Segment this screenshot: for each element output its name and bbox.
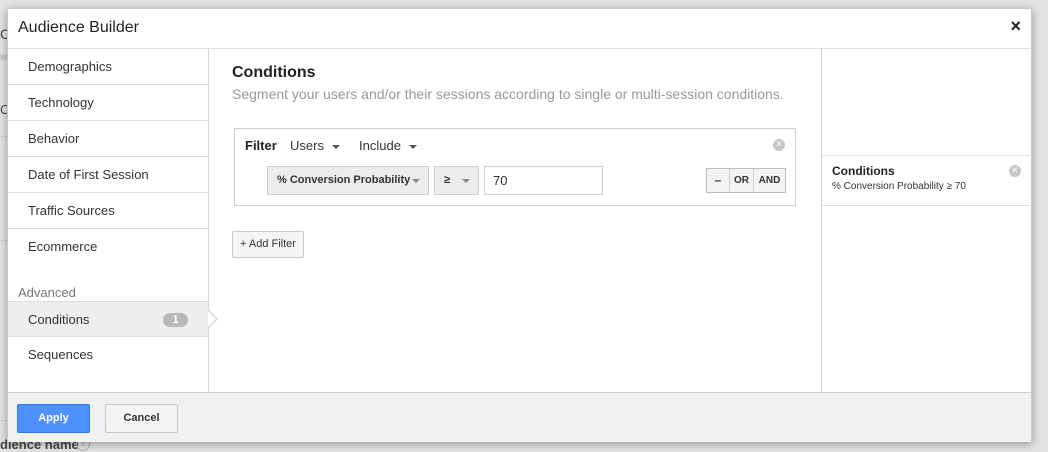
sidebar-item-label: Conditions bbox=[28, 312, 90, 327]
sidebar-section-label: Advanced bbox=[18, 285, 76, 300]
audience-builder-dialog: Audience Builder × Demographics Technolo… bbox=[7, 8, 1032, 442]
dialog-header: Audience Builder × bbox=[8, 9, 1031, 49]
or-button[interactable]: OR bbox=[730, 169, 754, 192]
conditions-panel: Conditions Segment your users and/or the… bbox=[209, 49, 822, 392]
remove-summary-icon[interactable]: × bbox=[1009, 165, 1021, 177]
sidebar-item-date-of-first-session[interactable]: Date of First Session bbox=[8, 157, 208, 193]
sidebar-item-traffic-sources[interactable]: Traffic Sources bbox=[8, 193, 208, 229]
dialog-title: Audience Builder bbox=[18, 19, 139, 36]
and-button[interactable]: AND bbox=[754, 169, 785, 192]
add-filter-button[interactable]: + Add Filter bbox=[232, 231, 304, 258]
sidebar-item-behavior[interactable]: Behavior bbox=[8, 121, 208, 157]
chevron-down-icon bbox=[462, 179, 470, 183]
page-subtitle: Segment your users and/or their sessions… bbox=[232, 86, 784, 102]
sidebar-item-sequences[interactable]: Sequences bbox=[8, 337, 208, 373]
summary-card: Conditions % Conversion Probability ≥ 70… bbox=[822, 155, 1032, 206]
chevron-down-icon bbox=[408, 144, 417, 149]
remove-condition-button[interactable]: – bbox=[707, 169, 730, 192]
active-indicator-inner bbox=[208, 311, 216, 327]
dimension-select[interactable]: % Conversion Probability bbox=[267, 166, 429, 195]
filter-label: Filter bbox=[245, 138, 277, 153]
page-title: Conditions bbox=[232, 64, 316, 81]
close-icon[interactable]: × bbox=[1010, 16, 1021, 37]
count-badge: 1 bbox=[163, 313, 188, 327]
scope-dropdown-value: Users bbox=[290, 138, 324, 153]
sidebar: Demographics Technology Behavior Date of… bbox=[8, 49, 218, 392]
condition-value-input[interactable] bbox=[484, 166, 603, 195]
condition-button-group: – OR AND bbox=[706, 168, 786, 193]
scope-dropdown[interactable]: Users bbox=[290, 138, 340, 153]
chevron-down-icon bbox=[331, 144, 340, 149]
operator-select[interactable]: ≥ bbox=[434, 166, 479, 195]
operator-select-value: ≥ bbox=[444, 174, 451, 186]
mode-dropdown-value: Include bbox=[359, 138, 401, 153]
chevron-down-icon bbox=[412, 179, 420, 183]
mode-dropdown[interactable]: Include bbox=[359, 138, 417, 153]
dialog-footer: Apply Cancel bbox=[8, 392, 1031, 442]
summary-panel: Conditions % Conversion Probability ≥ 70… bbox=[821, 49, 1032, 392]
filter-card: Filter Users Include × % Conversion Prob… bbox=[234, 128, 796, 206]
sidebar-item-technology[interactable]: Technology bbox=[8, 85, 208, 121]
remove-filter-icon[interactable]: × bbox=[773, 139, 785, 151]
summary-description: % Conversion Probability ≥ 70 bbox=[832, 181, 966, 192]
sidebar-item-conditions[interactable]: Conditions 1 bbox=[8, 301, 218, 337]
sidebar-item-ecommerce[interactable]: Ecommerce bbox=[8, 229, 208, 265]
summary-title: Conditions bbox=[832, 164, 895, 178]
dimension-select-value: % Conversion Probability bbox=[277, 174, 411, 186]
sidebar-item-demographics[interactable]: Demographics bbox=[8, 49, 208, 85]
apply-button[interactable]: Apply bbox=[17, 404, 90, 433]
cancel-button[interactable]: Cancel bbox=[105, 404, 178, 433]
